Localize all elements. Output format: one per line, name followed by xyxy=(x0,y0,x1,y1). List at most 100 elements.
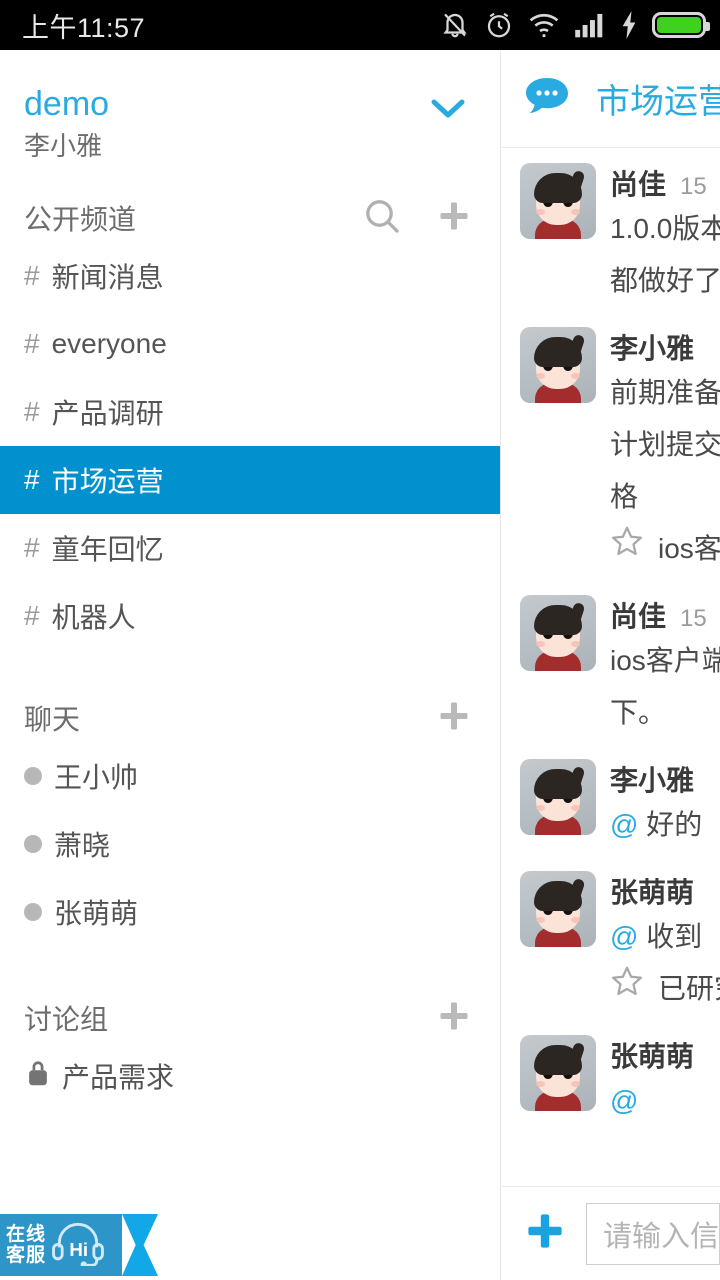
hash-icon: # xyxy=(24,464,40,495)
avatar[interactable] xyxy=(520,1035,596,1111)
message-time: 15 xyxy=(680,605,707,632)
hash-icon: # xyxy=(24,260,40,291)
message-text-body: 收到 xyxy=(646,921,703,952)
sidebar-item-label: 萧晓 xyxy=(54,830,111,861)
sidebar-item-group[interactable]: 产品需求 xyxy=(0,1042,500,1110)
sidebar-item-label: 童年回忆 xyxy=(51,534,164,565)
message-text: @ 收到 xyxy=(610,911,720,963)
online-service-line1: 在线 xyxy=(6,1224,47,1245)
sidebar-item-chat[interactable]: 萧晓 xyxy=(0,810,500,878)
avatar[interactable] xyxy=(520,163,596,239)
signal-bars-icon xyxy=(574,11,606,39)
sidebar-item-label: 新闻消息 xyxy=(51,262,164,293)
sidebar-item-channel[interactable]: # 新闻消息 xyxy=(0,242,500,310)
online-service-box[interactable]: 在线 客服 Hi xyxy=(0,1214,122,1276)
message-input[interactable]: 请输入信息 xyxy=(586,1202,720,1265)
message-author: 李小雅 xyxy=(610,333,695,364)
message-text: 都做好了 xyxy=(610,265,720,296)
message-author: 尚佳 xyxy=(610,601,667,632)
star-icon[interactable] xyxy=(610,523,644,575)
message-text: 计划提交 xyxy=(610,429,720,460)
speech-bubble-icon[interactable] xyxy=(524,76,570,121)
sidebar-item-channel[interactable]: # 机器人 xyxy=(0,582,500,650)
message-starred-line: ios客户端 xyxy=(610,523,720,575)
message-item: 尚佳 15 ios客户端 下。 xyxy=(502,581,720,745)
svg-text:Hi: Hi xyxy=(69,1238,88,1259)
status-dot-icon xyxy=(24,835,42,853)
avatar[interactable] xyxy=(520,327,596,403)
online-service-line2: 客服 xyxy=(6,1245,47,1266)
lock-icon xyxy=(24,1058,52,1095)
alarm-clock-icon xyxy=(484,10,514,40)
message-text: 1.0.0版本 xyxy=(610,213,720,244)
current-user-name: 李小雅 xyxy=(24,131,103,161)
message-author: 李小雅 xyxy=(610,765,695,796)
online-service-widget[interactable]: 在线 客服 Hi xyxy=(0,1214,158,1276)
message-text: ios客户端 xyxy=(610,645,720,676)
mention-icon[interactable]: @ xyxy=(610,809,638,840)
message-time: 15 xyxy=(680,173,707,200)
chat-panel-header: 市场运营 xyxy=(502,50,720,148)
hash-icon: # xyxy=(24,600,40,631)
hash-icon: # xyxy=(24,328,40,359)
online-service-arrow[interactable] xyxy=(122,1214,158,1276)
wifi-icon xyxy=(528,11,560,39)
message-text: @ 好的 xyxy=(610,799,720,851)
section-header-groups: 讨论组 xyxy=(0,994,500,1042)
message-text: 下。 xyxy=(610,697,667,728)
message-author: 张萌萌 xyxy=(610,877,695,908)
sidebar-item-channel[interactable]: # 童年回忆 xyxy=(0,514,500,582)
status-icons xyxy=(440,10,710,40)
message-author: 张萌萌 xyxy=(610,1041,695,1072)
message-author: 尚佳 xyxy=(610,169,667,200)
message-item: 张萌萌 @ xyxy=(502,1021,720,1133)
status-dot-icon xyxy=(24,767,42,785)
sidebar-item-label: everyone xyxy=(51,328,167,359)
avatar[interactable] xyxy=(520,595,596,671)
sidebar-item-channel[interactable]: # everyone xyxy=(0,310,500,378)
message-list[interactable]: 尚佳 15 1.0.0版本 都做好了 李小雅 前期准备 计划提交 格 ios客 … xyxy=(502,149,720,1186)
sidebar-item-channel[interactable]: # 产品调研 xyxy=(0,378,500,446)
sidebar-item-label: 王小帅 xyxy=(54,762,139,793)
plus-icon[interactable] xyxy=(436,998,472,1039)
sidebar-item-chat[interactable]: 张萌萌 xyxy=(0,878,500,946)
team-name: demo xyxy=(24,85,110,123)
message-text: @ xyxy=(610,1075,720,1127)
sidebar-item-label: 机器人 xyxy=(51,602,136,633)
section-title: 公开频道 xyxy=(24,204,137,235)
hash-icon: # xyxy=(24,396,40,427)
section-title: 聊天 xyxy=(24,704,81,735)
search-icon[interactable] xyxy=(362,196,402,241)
sidebar-item-chat[interactable]: 王小帅 xyxy=(0,742,500,810)
message-text: ios客户端 xyxy=(658,533,720,564)
message-item: 张萌萌 @ 收到 已研究， xyxy=(502,857,720,1021)
message-text: 格 xyxy=(610,481,639,512)
star-icon[interactable] xyxy=(610,963,644,1015)
avatar[interactable] xyxy=(520,871,596,947)
section-header-chats: 聊天 xyxy=(0,694,500,742)
message-text: 已研究， xyxy=(658,973,720,1004)
team-header[interactable]: demo 李小雅 xyxy=(0,50,500,164)
sidebar-item-label: 产品需求 xyxy=(62,1062,175,1093)
mute-bell-icon xyxy=(440,10,470,40)
status-bar: 上午11:57 xyxy=(0,0,720,50)
sidebar-item-label: 张萌萌 xyxy=(54,898,139,929)
plus-icon[interactable] xyxy=(436,698,472,739)
avatar[interactable] xyxy=(520,759,596,835)
battery-icon xyxy=(652,12,710,38)
hash-icon: # xyxy=(24,532,40,563)
message-item: 尚佳 15 1.0.0版本 都做好了 xyxy=(502,149,720,313)
message-starred-line: 已研究， xyxy=(610,963,720,1015)
section-title: 讨论组 xyxy=(24,1004,109,1035)
sidebar-item-channel-active[interactable]: # 市场运营 xyxy=(0,446,500,514)
mention-icon[interactable]: @ xyxy=(610,921,638,952)
plus-icon[interactable] xyxy=(436,198,472,239)
add-attachment-plus-icon[interactable] xyxy=(524,1210,566,1257)
channel-title: 市场运营 xyxy=(596,83,720,121)
message-item: 李小雅 前期准备 计划提交 格 ios客户端 xyxy=(502,313,720,581)
sidebar: demo 李小雅 公开频道 # 新闻消息 # everyone # 产品调研 #… xyxy=(0,50,501,1280)
chevron-down-icon[interactable] xyxy=(428,96,468,120)
app-screen: 上午11:57 demo 李小雅 公开频道 # 新闻消息 # everyone … xyxy=(0,0,720,1280)
mention-icon[interactable]: @ xyxy=(610,1085,638,1116)
status-time: 上午11:57 xyxy=(22,12,146,43)
